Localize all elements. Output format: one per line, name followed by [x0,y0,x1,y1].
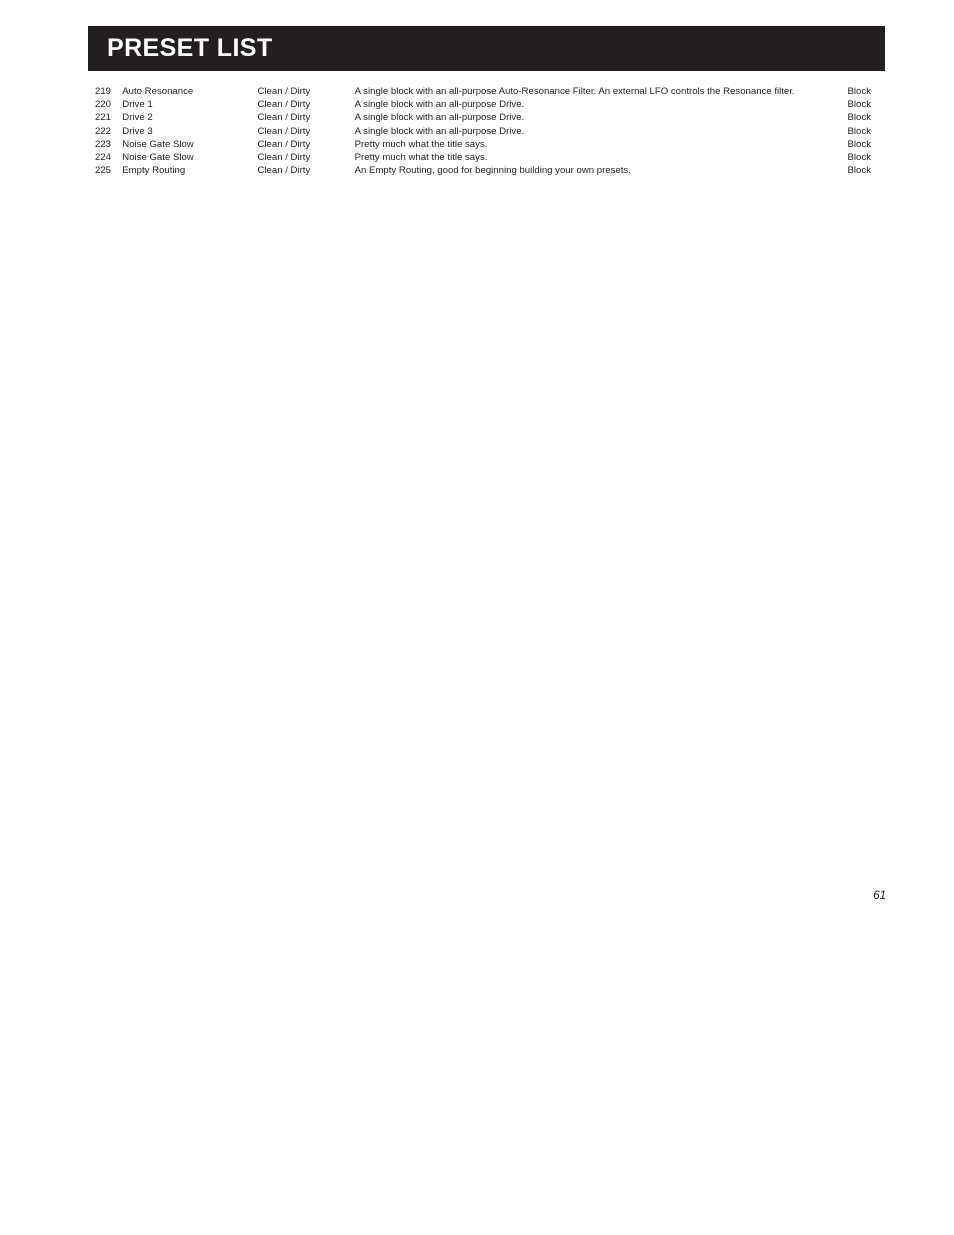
table-row: 222 Drive 3 Clean / Dirty A single block… [88,125,885,138]
table-row: 224 Noise Gate Slow Clean / Dirty Pretty… [88,151,885,164]
preset-number: 221 [95,112,112,124]
table-row: 225 Empty Routing Clean / Dirty An Empty… [88,164,885,177]
preset-category: Block [847,99,871,111]
preset-number: 223 [95,138,112,150]
preset-number: 222 [95,125,112,137]
preset-name: Noise Gate Slow [122,138,194,150]
preset-category: Block [847,112,871,124]
preset-category: Block [847,125,871,137]
preset-description: Pretty much what the title says. [354,152,488,164]
table-row: 221 Drive 2 Clean / Dirty A single block… [88,111,885,124]
preset-type: Clean / Dirty [257,99,311,111]
page-title: PRESET LIST [107,34,273,62]
preset-description: A single block with an all-purpose Auto-… [354,86,795,97]
table-row: 219 Auto Resonance Clean / Dirty A singl… [88,85,885,98]
preset-category: Block [847,152,871,164]
preset-category: Block [847,86,871,97]
preset-type: Clean / Dirty [257,152,311,164]
preset-category: Block [847,138,871,150]
preset-description: An Empty Routing, good for beginning bui… [354,165,631,177]
preset-description: A single block with an all-purpose Drive… [354,125,525,137]
preset-type: Clean / Dirty [257,86,311,97]
preset-name: Auto Resonance [122,86,194,97]
preset-name: Drive 2 [122,112,153,124]
preset-number: 219 [95,86,112,97]
preset-type: Clean / Dirty [257,165,311,177]
preset-description: Pretty much what the title says. [354,138,488,150]
preset-number: 224 [95,152,112,164]
page-number: 61 [873,890,886,902]
preset-name: Drive 1 [122,99,153,111]
preset-name: Empty Routing [122,165,186,177]
preset-name: Drive 3 [122,125,153,137]
preset-category: Block [847,165,871,177]
preset-name: Noise Gate Slow [122,152,194,164]
table-row: 223 Noise Gate Slow Clean / Dirty Pretty… [88,138,885,151]
page-header-bar: PRESET LIST [88,26,885,71]
preset-number: 225 [95,165,112,177]
preset-type: Clean / Dirty [257,125,311,137]
preset-type: Clean / Dirty [257,112,311,124]
preset-type: Clean / Dirty [257,138,311,150]
table-row: 220 Drive 1 Clean / Dirty A single block… [88,98,885,111]
preset-list-table: 219 Auto Resonance Clean / Dirty A singl… [88,85,885,177]
preset-number: 220 [95,99,112,111]
preset-description: A single block with an all-purpose Drive… [354,112,525,124]
preset-list-body: 219 Auto Resonance Clean / Dirty A singl… [88,85,885,177]
preset-description: A single block with an all-purpose Drive… [354,99,525,111]
